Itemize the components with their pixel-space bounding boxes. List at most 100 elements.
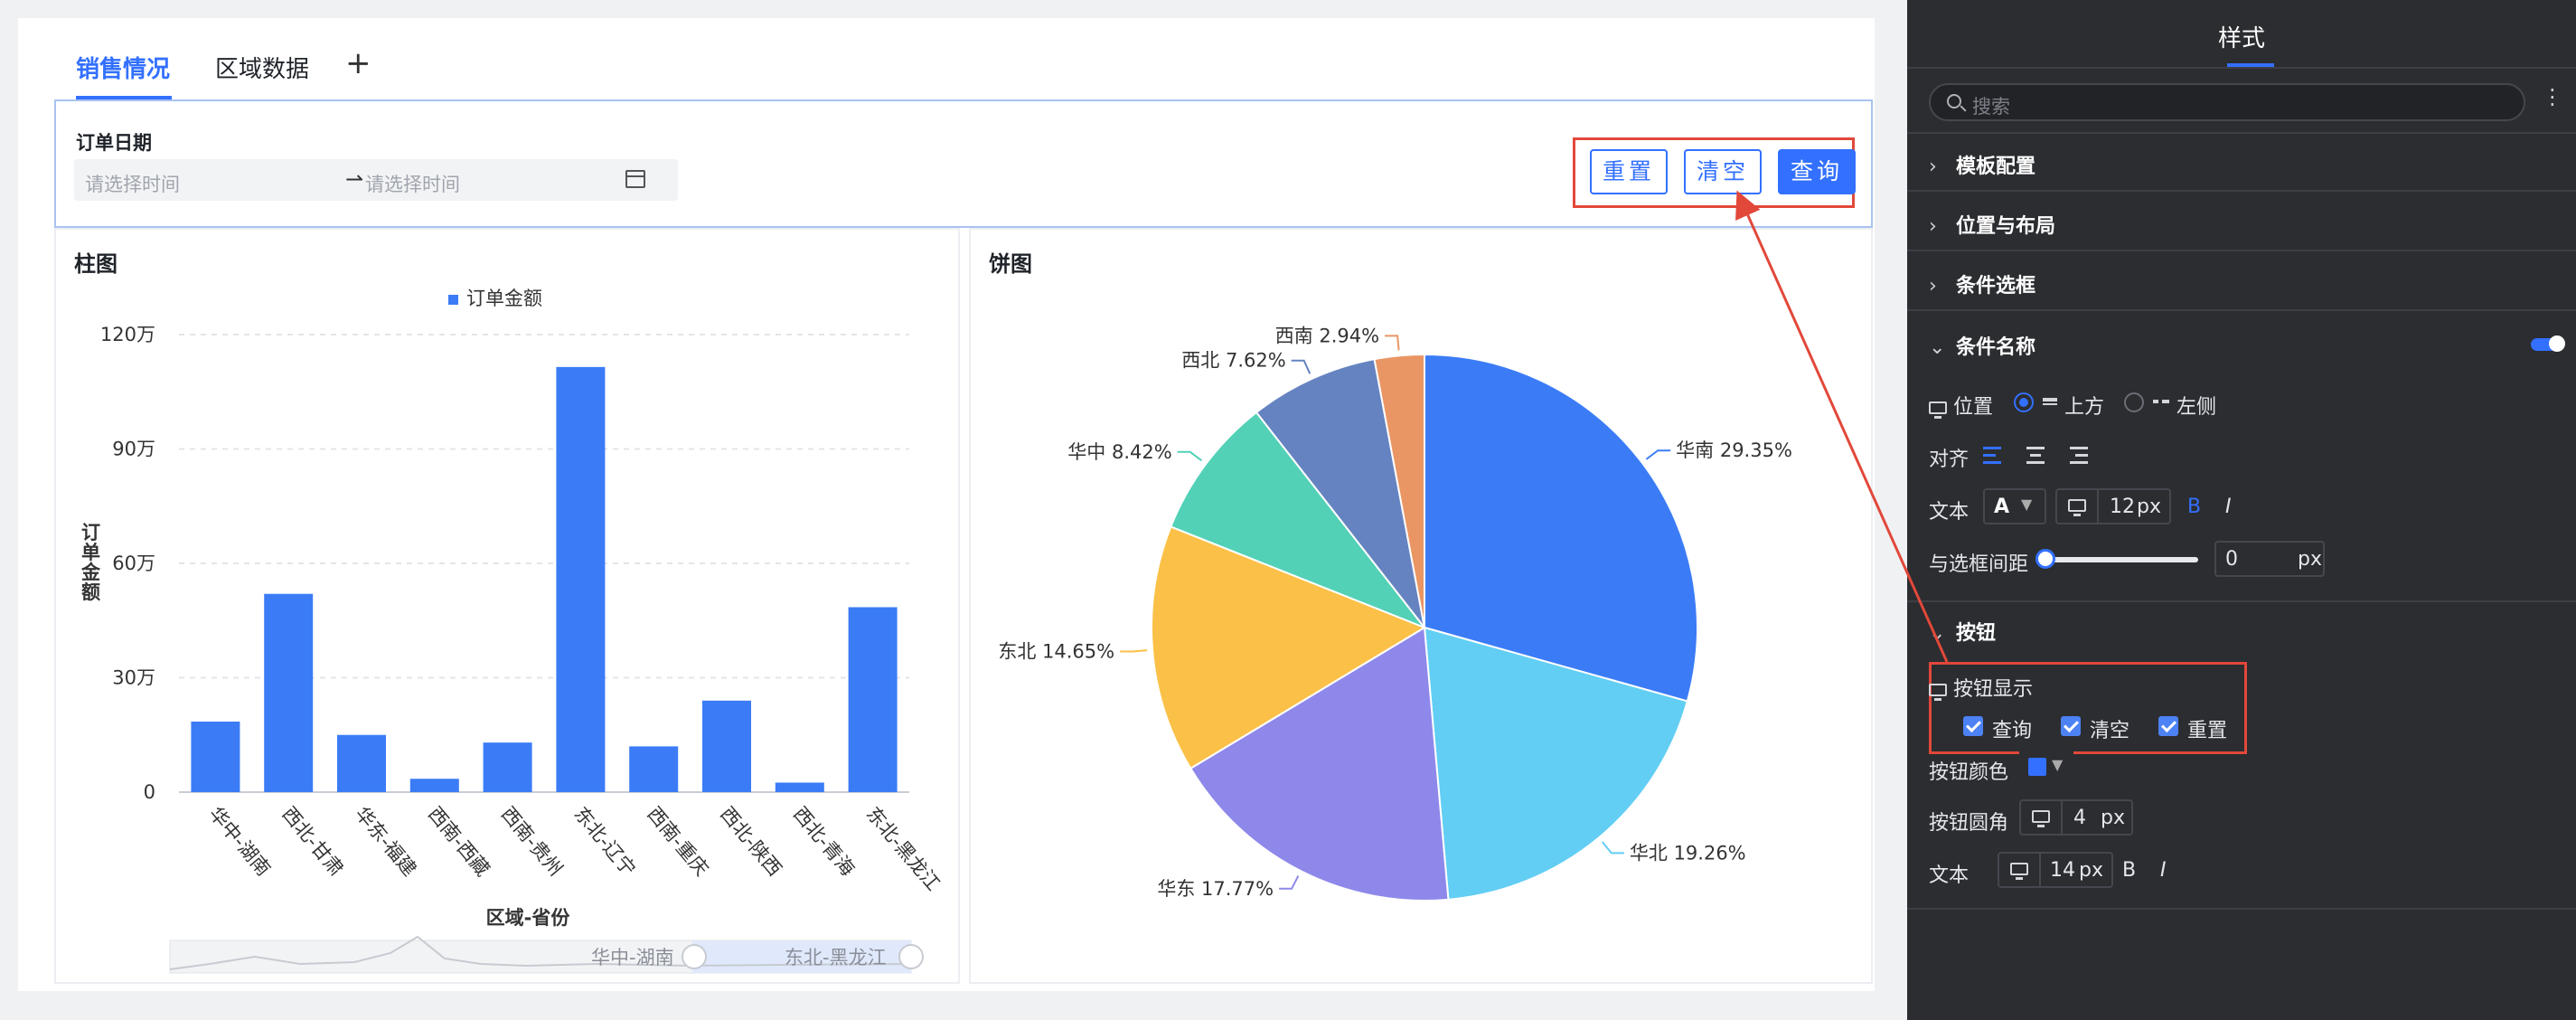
pie-chart-panel: 饼图 华南 29.35% 华北 19.26% 华东 17.77% 东北 14.65% 华… <box>969 228 1873 984</box>
clear-button[interactable]: 清空 <box>1684 149 1762 194</box>
sidebar-search[interactable]: 搜索 <box>1929 83 2525 121</box>
more-options-icon[interactable]: · · · <box>2549 80 2556 116</box>
x-tick-label: 西南-贵州 <box>497 803 567 881</box>
align-left-icon[interactable] <box>1983 447 2003 465</box>
start-date-input[interactable]: 请选择时间 <box>85 170 180 197</box>
sidebar-title-tab[interactable]: 样式 <box>1907 20 2576 53</box>
add-tab-button[interactable]: + <box>345 45 371 81</box>
tab-bar: 销售情况 区域数据 + <box>36 18 1875 99</box>
x-tick-label: 华东-福建 <box>351 803 420 881</box>
section-template-config[interactable]: › 模板配置 <box>1929 150 2035 179</box>
button-text-label: 文本 <box>1929 864 1970 887</box>
bar[interactable] <box>483 742 532 792</box>
filter-label: 订单日期 <box>76 132 152 154</box>
y-axis-title-char: 金 <box>80 562 101 583</box>
pie-slice-label: 华中 8.42% <box>1067 441 1171 463</box>
section-condition-box[interactable]: › 条件选框 <box>1929 269 2035 298</box>
bold-toggle[interactable]: B <box>2187 496 2201 518</box>
zoom-handle-end[interactable] <box>898 944 924 969</box>
query-filter-component[interactable]: 订单日期 请选择时间 ⇀ 请选择时间 重置 清空 查询 <box>54 99 1873 228</box>
position-top-label: 上方 <box>2064 396 2105 419</box>
reset-button[interactable]: 重置 <box>1590 149 1668 194</box>
left-label-icon <box>2153 400 2169 403</box>
button-italic-toggle[interactable]: I <box>2160 859 2167 882</box>
divider <box>1907 250 2576 251</box>
reset-checkbox-label: 重置 <box>2187 720 2228 742</box>
bar[interactable] <box>264 593 314 792</box>
button-color-label: 按钮颜色 <box>1929 761 2009 784</box>
search-icon <box>1947 94 1961 109</box>
divider <box>1907 67 2576 69</box>
range-arrow-icon: ⇀ <box>345 166 364 192</box>
y-axis-title-char: 额 <box>81 581 100 603</box>
button-color-picker[interactable]: ▼ <box>2019 747 2073 783</box>
x-tick-label: 西北-陕西 <box>716 803 785 881</box>
legend-label[interactable]: 订单金额 <box>466 288 542 309</box>
bar[interactable] <box>629 746 679 792</box>
data-zoom-slider[interactable]: 华中-湖南 东北-黑龙江 <box>169 935 924 974</box>
bar[interactable] <box>191 721 240 792</box>
align-center-icon[interactable] <box>2026 447 2046 465</box>
bar[interactable] <box>848 607 898 792</box>
query-button[interactable]: 查询 <box>1778 149 1856 194</box>
bar[interactable] <box>337 734 386 792</box>
section-position-layout[interactable]: › 位置与布局 <box>1929 210 2055 239</box>
pie-slice-label: 东北 14.65% <box>998 640 1114 662</box>
button-bold-toggle[interactable]: B <box>2122 859 2136 882</box>
monitor-icon <box>2032 810 2050 827</box>
query-checkbox-label: 查询 <box>1992 720 2033 742</box>
gap-slider-track[interactable] <box>2039 557 2198 562</box>
pie-slice-label: 西北 7.62% <box>1181 350 1285 372</box>
section-button[interactable]: ⌄ 按钮 <box>1929 617 1996 646</box>
position-left-label: 左侧 <box>2176 396 2217 419</box>
legend-swatch <box>448 295 458 305</box>
chevron-right-icon: › <box>1929 156 1937 178</box>
font-color-picker[interactable]: A ▼ <box>1983 488 2046 524</box>
divider <box>1907 908 2576 910</box>
x-axis-title: 区域-省份 <box>486 907 571 929</box>
filter-button-group-highlight: 重置 清空 查询 <box>1573 137 1856 208</box>
position-left-radio[interactable] <box>2124 392 2144 412</box>
y-tick-label: 120万 <box>100 324 155 345</box>
y-axis-title-char: 订 <box>81 522 100 543</box>
y-axis-title-char: 单 <box>81 542 100 563</box>
italic-toggle[interactable]: I <box>2225 496 2232 518</box>
button-radius-input[interactable]: 4 px <box>2019 799 2133 836</box>
zoom-start-label: 华中-湖南 <box>591 947 674 968</box>
gap-input[interactable]: 0 px <box>2214 541 2325 577</box>
align-label: 对齐 <box>1929 449 1970 471</box>
align-right-icon[interactable] <box>2070 447 2090 465</box>
date-range-picker[interactable]: 请选择时间 ⇀ 请选择时间 <box>74 159 678 201</box>
bar[interactable] <box>775 782 824 792</box>
tab-sales[interactable]: 销售情况 <box>76 51 170 84</box>
chevron-right-icon: › <box>1929 215 1937 238</box>
button-font-size-input[interactable]: 14 px <box>1998 852 2113 888</box>
clear-checkbox[interactable] <box>2061 716 2081 736</box>
search-input[interactable]: 搜索 <box>1972 92 2010 119</box>
section-condition-name[interactable]: ⌄ 条件名称 <box>1929 331 2035 360</box>
reset-checkbox[interactable] <box>2158 716 2178 736</box>
monitor-icon <box>2010 863 2028 880</box>
x-tick-label: 东北-黑龙江 <box>862 803 945 895</box>
position-row-label: 位置 <box>1929 391 1993 420</box>
pie-slice-label: 华东 17.77% <box>1157 878 1274 900</box>
y-tick-label: 0 <box>144 781 155 803</box>
pie-chart: 华南 29.35% 华北 19.26% 华东 17.77% 东北 14.65% 华中 8… <box>998 325 1792 902</box>
bar[interactable] <box>556 366 606 792</box>
zoom-handle-start[interactable] <box>682 944 707 969</box>
calendar-icon[interactable] <box>625 170 645 188</box>
bar[interactable] <box>409 779 459 792</box>
bar[interactable] <box>702 700 751 792</box>
font-size-input[interactable]: 12 px <box>2055 488 2171 524</box>
end-date-input[interactable]: 请选择时间 <box>365 170 460 197</box>
position-top-radio[interactable] <box>2014 392 2034 412</box>
bar-chart: 订单金额 030万60万90万120万 华中-湖南 西北-甘肃 华东-福建 西南-西藏… <box>80 288 945 974</box>
button-display-label: 按钮显示 <box>1929 673 2033 702</box>
gap-slider-handle[interactable] <box>2035 549 2055 569</box>
monitor-icon <box>1929 684 1947 701</box>
pie-label-leader <box>1120 649 1148 653</box>
condition-name-toggle[interactable] <box>2531 335 2565 352</box>
x-tick-label: 华中-湖南 <box>205 803 275 881</box>
tab-region-data[interactable]: 区域数据 <box>215 51 309 84</box>
query-checkbox[interactable] <box>1963 716 1983 736</box>
